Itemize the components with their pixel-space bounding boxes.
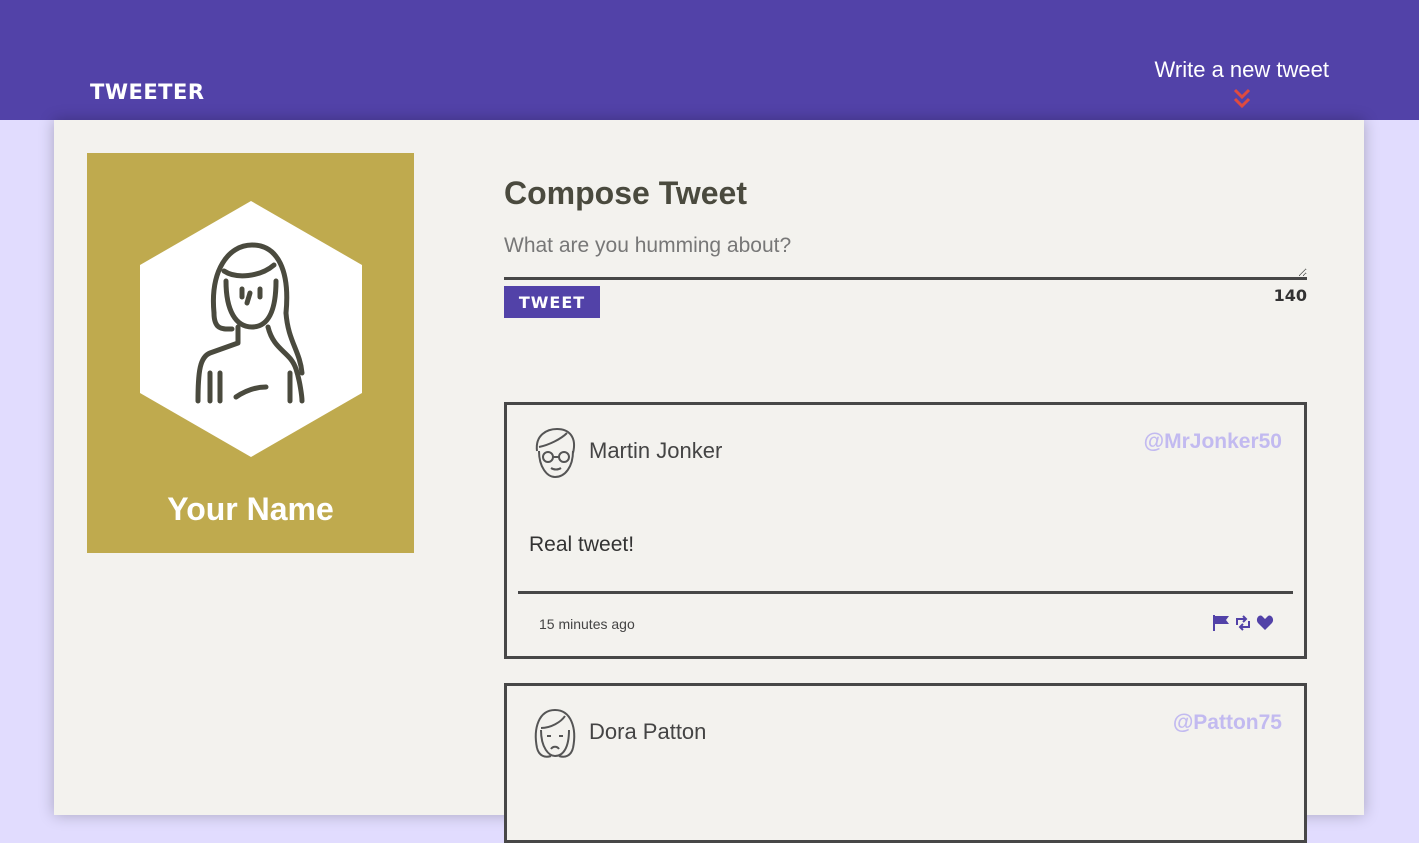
tweet-author-name: Martin Jonker	[589, 438, 723, 463]
flag-icon[interactable]	[1212, 614, 1230, 632]
retweet-icon[interactable]	[1234, 614, 1252, 632]
top-nav: TWEETER Write a new tweet	[0, 0, 1419, 120]
main-container: Your Name Compose Tweet TWEET 140 Martin…	[54, 120, 1364, 843]
brand-logo[interactable]: TWEETER	[90, 80, 205, 104]
tweet-content: Real tweet!	[529, 533, 635, 556]
tweet-author-handle: @MrJonker50	[1143, 430, 1282, 453]
heart-icon[interactable]	[1256, 614, 1274, 632]
woman-avatar-icon	[140, 201, 362, 457]
tweet-card: Dora Patton @Patton75	[504, 683, 1307, 843]
character-counter: 140	[1273, 286, 1307, 305]
tweet-author-handle: @Patton75	[1172, 711, 1282, 734]
tweet-input[interactable]	[504, 230, 1307, 280]
write-new-tweet-label: Write a new tweet	[1154, 57, 1329, 82]
woman-avatar-icon	[534, 708, 576, 758]
write-new-tweet-toggle[interactable]: Write a new tweet	[1155, 57, 1329, 109]
tweet-card: Martin Jonker @MrJonker50 Real tweet! 15…	[504, 402, 1307, 659]
compose-footer: TWEET 140	[504, 286, 1307, 326]
double-chevron-down-icon	[1233, 88, 1250, 109]
compose-title: Compose Tweet	[504, 175, 747, 211]
profile-card: Your Name	[87, 153, 414, 553]
tweet-author-name: Dora Patton	[589, 719, 707, 744]
man-glasses-avatar-icon	[535, 427, 575, 479]
compose-section: Compose Tweet TWEET 140	[504, 175, 1307, 326]
tweet-actions	[1212, 614, 1274, 632]
tweet-timestamp: 15 minutes ago	[539, 616, 635, 632]
tweet-divider	[518, 591, 1293, 594]
profile-name: Your Name	[167, 491, 334, 527]
tweet-submit-button[interactable]: TWEET	[504, 286, 600, 318]
